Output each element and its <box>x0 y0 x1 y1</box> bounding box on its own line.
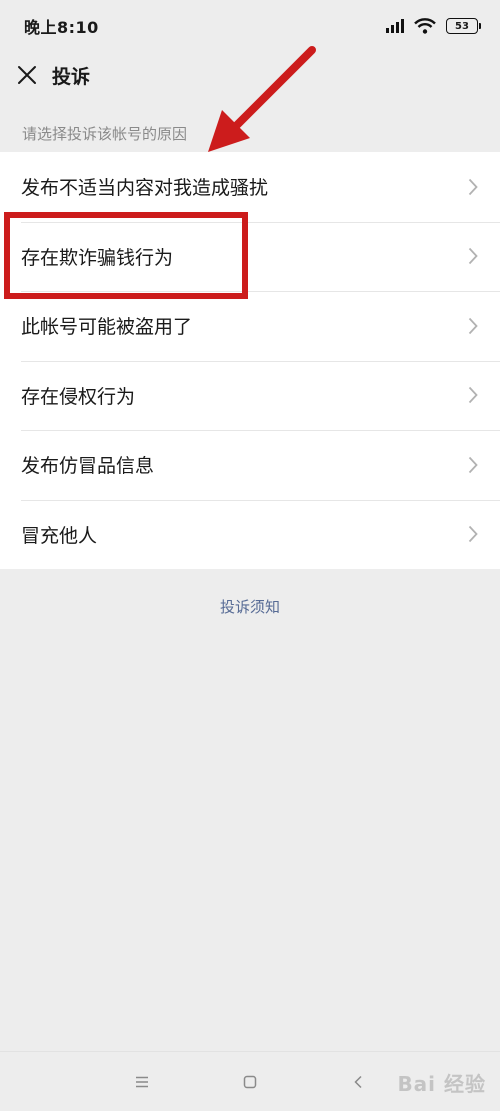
battery-level: 53 <box>455 20 469 32</box>
reason-item-impersonation[interactable]: 冒充他人 <box>0 499 500 570</box>
chevron-right-icon <box>468 526 478 543</box>
reason-label: 存在欺诈骗钱行为 <box>21 246 174 269</box>
battery-icon: 53 <box>446 18 481 34</box>
header: 投诉 <box>0 52 500 98</box>
reason-item-fraud[interactable]: 存在欺诈骗钱行为 <box>0 221 500 292</box>
system-nav-bar <box>0 1051 500 1111</box>
chevron-right-icon <box>468 456 478 473</box>
status-bar: 晚上8:10 53 <box>0 0 500 52</box>
reason-label: 发布不适当内容对我造成骚扰 <box>21 177 269 200</box>
reason-list: 发布不适当内容对我造成骚扰 存在欺诈骗钱行为 此帐号可能被盗用了 存在侵权行为 … <box>0 152 500 569</box>
back-chevron-icon[interactable] <box>348 1072 368 1092</box>
reason-item-account-stolen[interactable]: 此帐号可能被盗用了 <box>0 291 500 361</box>
chevron-right-icon <box>468 178 478 195</box>
chevron-right-icon <box>468 317 478 334</box>
chevron-right-icon <box>468 387 478 404</box>
signal-icon <box>386 19 404 33</box>
home-square-icon[interactable] <box>240 1072 260 1092</box>
reason-item-infringement[interactable]: 存在侵权行为 <box>0 360 500 431</box>
complaint-notice-link[interactable]: 投诉须知 <box>0 596 500 617</box>
reason-label: 发布仿冒品信息 <box>21 455 155 478</box>
reason-item-counterfeit[interactable]: 发布仿冒品信息 <box>0 430 500 500</box>
wifi-icon <box>414 18 436 34</box>
menu-icon[interactable] <box>132 1072 152 1092</box>
reason-item-harassment[interactable]: 发布不适当内容对我造成骚扰 <box>0 152 500 222</box>
reason-label: 存在侵权行为 <box>21 385 136 408</box>
reason-label: 冒充他人 <box>21 524 98 547</box>
reason-label: 此帐号可能被盗用了 <box>21 316 193 339</box>
status-indicators: 53 <box>386 18 481 34</box>
page-title: 投诉 <box>52 65 91 88</box>
chevron-right-icon <box>468 248 478 265</box>
status-time: 晚上8:10 <box>24 18 99 37</box>
section-label: 请选择投诉该帐号的原因 <box>22 125 188 143</box>
close-icon[interactable] <box>16 64 38 86</box>
